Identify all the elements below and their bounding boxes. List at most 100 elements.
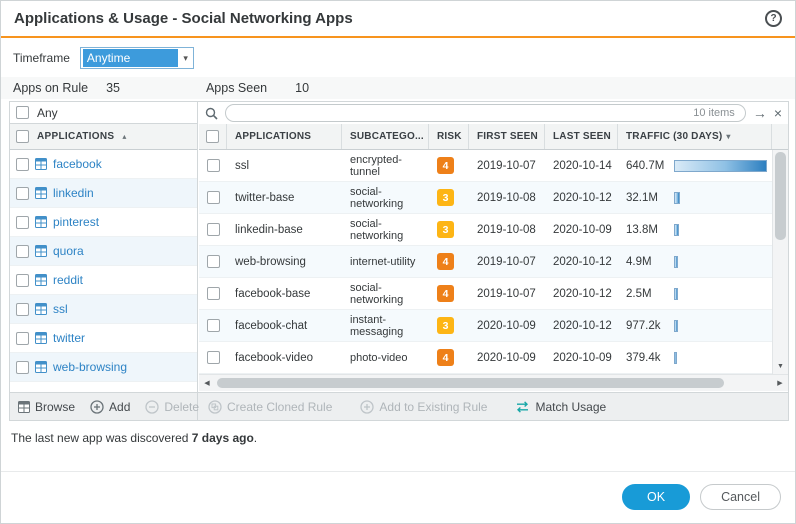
select-all-left-checkbox[interactable]	[16, 130, 29, 143]
row-checkbox[interactable]	[16, 187, 29, 200]
add-button[interactable]: Add	[90, 400, 130, 414]
risk-badge: 3	[437, 189, 454, 206]
traffic-value: 379.4k	[626, 352, 670, 364]
traffic-value: 32.1M	[626, 192, 670, 204]
select-all-checkbox[interactable]	[206, 130, 219, 143]
row-checkbox[interactable]	[207, 319, 220, 332]
table-row[interactable]: facebook-chat instant-messaging 3 2020-1…	[199, 310, 788, 342]
left-actions: Browse Add Delete	[10, 393, 198, 420]
app-link[interactable]: linkedin	[53, 186, 94, 200]
column-header-risk[interactable]: RISK	[429, 124, 469, 149]
row-checkbox[interactable]	[16, 216, 29, 229]
row-checkbox[interactable]	[16, 361, 29, 374]
cell-application: web-browsing	[227, 256, 342, 268]
any-checkbox[interactable]	[16, 106, 29, 119]
application-icon	[35, 303, 47, 315]
scroll-right-icon[interactable]: ▶	[772, 375, 788, 391]
row-checkbox[interactable]	[16, 303, 29, 316]
horizontal-scrollbar-thumb[interactable]	[217, 378, 724, 388]
risk-badge: 3	[437, 317, 454, 334]
add-to-existing-rule-button[interactable]: Add to Existing Rule	[360, 400, 487, 414]
scroll-left-icon[interactable]: ◀	[199, 375, 215, 391]
app-link[interactable]: quora	[53, 244, 84, 258]
cell-first-seen: 2019-10-07	[469, 160, 545, 172]
table-row[interactable]: web-browsing internet-utility 4 2019-10-…	[199, 246, 788, 278]
row-checkbox[interactable]	[207, 287, 220, 300]
table-row[interactable]: linkedin-base social-networking 3 2019-1…	[199, 214, 788, 246]
column-header-traffic[interactable]: TRAFFIC (30 DAYS)▾	[618, 124, 772, 149]
row-checkbox[interactable]	[207, 191, 220, 204]
app-link[interactable]: facebook	[53, 157, 102, 171]
traffic-bar	[674, 256, 678, 268]
search-input[interactable]: 10 items	[225, 104, 746, 122]
cell-last-seen: 2020-10-09	[545, 224, 618, 236]
row-checkbox[interactable]	[207, 351, 220, 364]
cell-subcategory: photo-video	[342, 352, 429, 364]
cell-first-seen: 2019-10-08	[469, 192, 545, 204]
delete-button[interactable]: Delete	[145, 400, 199, 414]
column-header-subcategory[interactable]: SUBCATEGO...	[342, 124, 429, 149]
dialog-buttons: OK Cancel	[622, 484, 781, 510]
column-header-first-seen[interactable]: FIRST SEEN	[469, 124, 545, 149]
app-list-item[interactable]: reddit	[10, 266, 197, 295]
cell-first-seen: 2019-10-07	[469, 288, 545, 300]
app-list-item[interactable]: web-browsing	[10, 353, 197, 382]
timeframe-select[interactable]: Anytime ▾	[80, 47, 194, 69]
app-link[interactable]: ssl	[53, 302, 68, 316]
match-usage-button[interactable]: Match Usage	[515, 400, 606, 414]
apply-filter-icon[interactable]: →	[753, 106, 767, 120]
app-link[interactable]: twitter	[53, 331, 85, 345]
column-header-last-seen[interactable]: LAST SEEN	[545, 124, 618, 149]
traffic-value: 4.9M	[626, 256, 670, 268]
note-prefix: The last new app was discovered	[11, 431, 192, 445]
traffic-bar	[674, 224, 679, 236]
row-checkbox[interactable]	[207, 223, 220, 236]
risk-badge: 4	[437, 285, 454, 302]
add-label: Add	[109, 400, 130, 414]
app-list-item[interactable]: quora	[10, 237, 197, 266]
scroll-down-icon[interactable]: ▼	[773, 358, 788, 374]
row-checkbox[interactable]	[16, 332, 29, 345]
cell-traffic: 2.5M	[618, 288, 772, 300]
app-list-item[interactable]: pinterest	[10, 208, 197, 237]
header-checkbox-cell	[199, 124, 227, 149]
cancel-button[interactable]: Cancel	[700, 484, 781, 510]
vertical-scrollbar[interactable]: ▼	[772, 150, 788, 374]
clear-filter-icon[interactable]: ×	[774, 106, 782, 120]
table-body: ssl encrypted-tunnel 4 2019-10-07 2020-1…	[199, 150, 788, 374]
table-row[interactable]: twitter-base social-networking 3 2019-10…	[199, 182, 788, 214]
table-row[interactable]: facebook-video photo-video 4 2020-10-09 …	[199, 342, 788, 374]
table-row[interactable]: ssl encrypted-tunnel 4 2019-10-07 2020-1…	[199, 150, 788, 182]
left-column-header-applications[interactable]: APPLICATIONS ▴	[10, 124, 197, 150]
traffic-value: 2.5M	[626, 288, 670, 300]
footer-divider	[1, 471, 795, 472]
vertical-scrollbar-thumb[interactable]	[775, 152, 786, 240]
row-checkbox[interactable]	[16, 245, 29, 258]
table-row[interactable]: facebook-base social-networking 4 2019-1…	[199, 278, 788, 310]
app-link[interactable]: reddit	[53, 273, 83, 287]
cell-first-seen: 2019-10-08	[469, 224, 545, 236]
row-checkbox[interactable]	[207, 159, 220, 172]
create-cloned-rule-button[interactable]: Create Cloned Rule	[208, 400, 332, 414]
app-list-item[interactable]: facebook	[10, 150, 197, 179]
items-count-badge: 10 items	[693, 107, 735, 119]
help-icon[interactable]: ?	[765, 10, 782, 27]
cell-subcategory: social-networking	[342, 282, 429, 306]
row-checkbox[interactable]	[207, 255, 220, 268]
app-link[interactable]: web-browsing	[53, 360, 127, 374]
app-list-item[interactable]: ssl	[10, 295, 197, 324]
row-checkbox[interactable]	[16, 158, 29, 171]
app-list-item[interactable]: twitter	[10, 324, 197, 353]
browse-button[interactable]: Browse	[18, 400, 75, 414]
column-header-applications[interactable]: APPLICATIONS	[227, 124, 342, 149]
cell-traffic: 640.7M	[618, 160, 772, 172]
app-list-item[interactable]: linkedin	[10, 179, 197, 208]
app-link[interactable]: pinterest	[53, 215, 99, 229]
dialog-title: Applications & Usage - Social Networking…	[14, 10, 353, 27]
action-bar: Browse Add Delete Create Cloned Rule	[10, 392, 788, 420]
row-checkbox[interactable]	[16, 274, 29, 287]
horizontal-scrollbar[interactable]: ◀ ▶	[199, 374, 788, 391]
application-icon	[35, 216, 47, 228]
ok-button[interactable]: OK	[622, 484, 690, 510]
column-label: LAST SEEN	[553, 131, 611, 142]
